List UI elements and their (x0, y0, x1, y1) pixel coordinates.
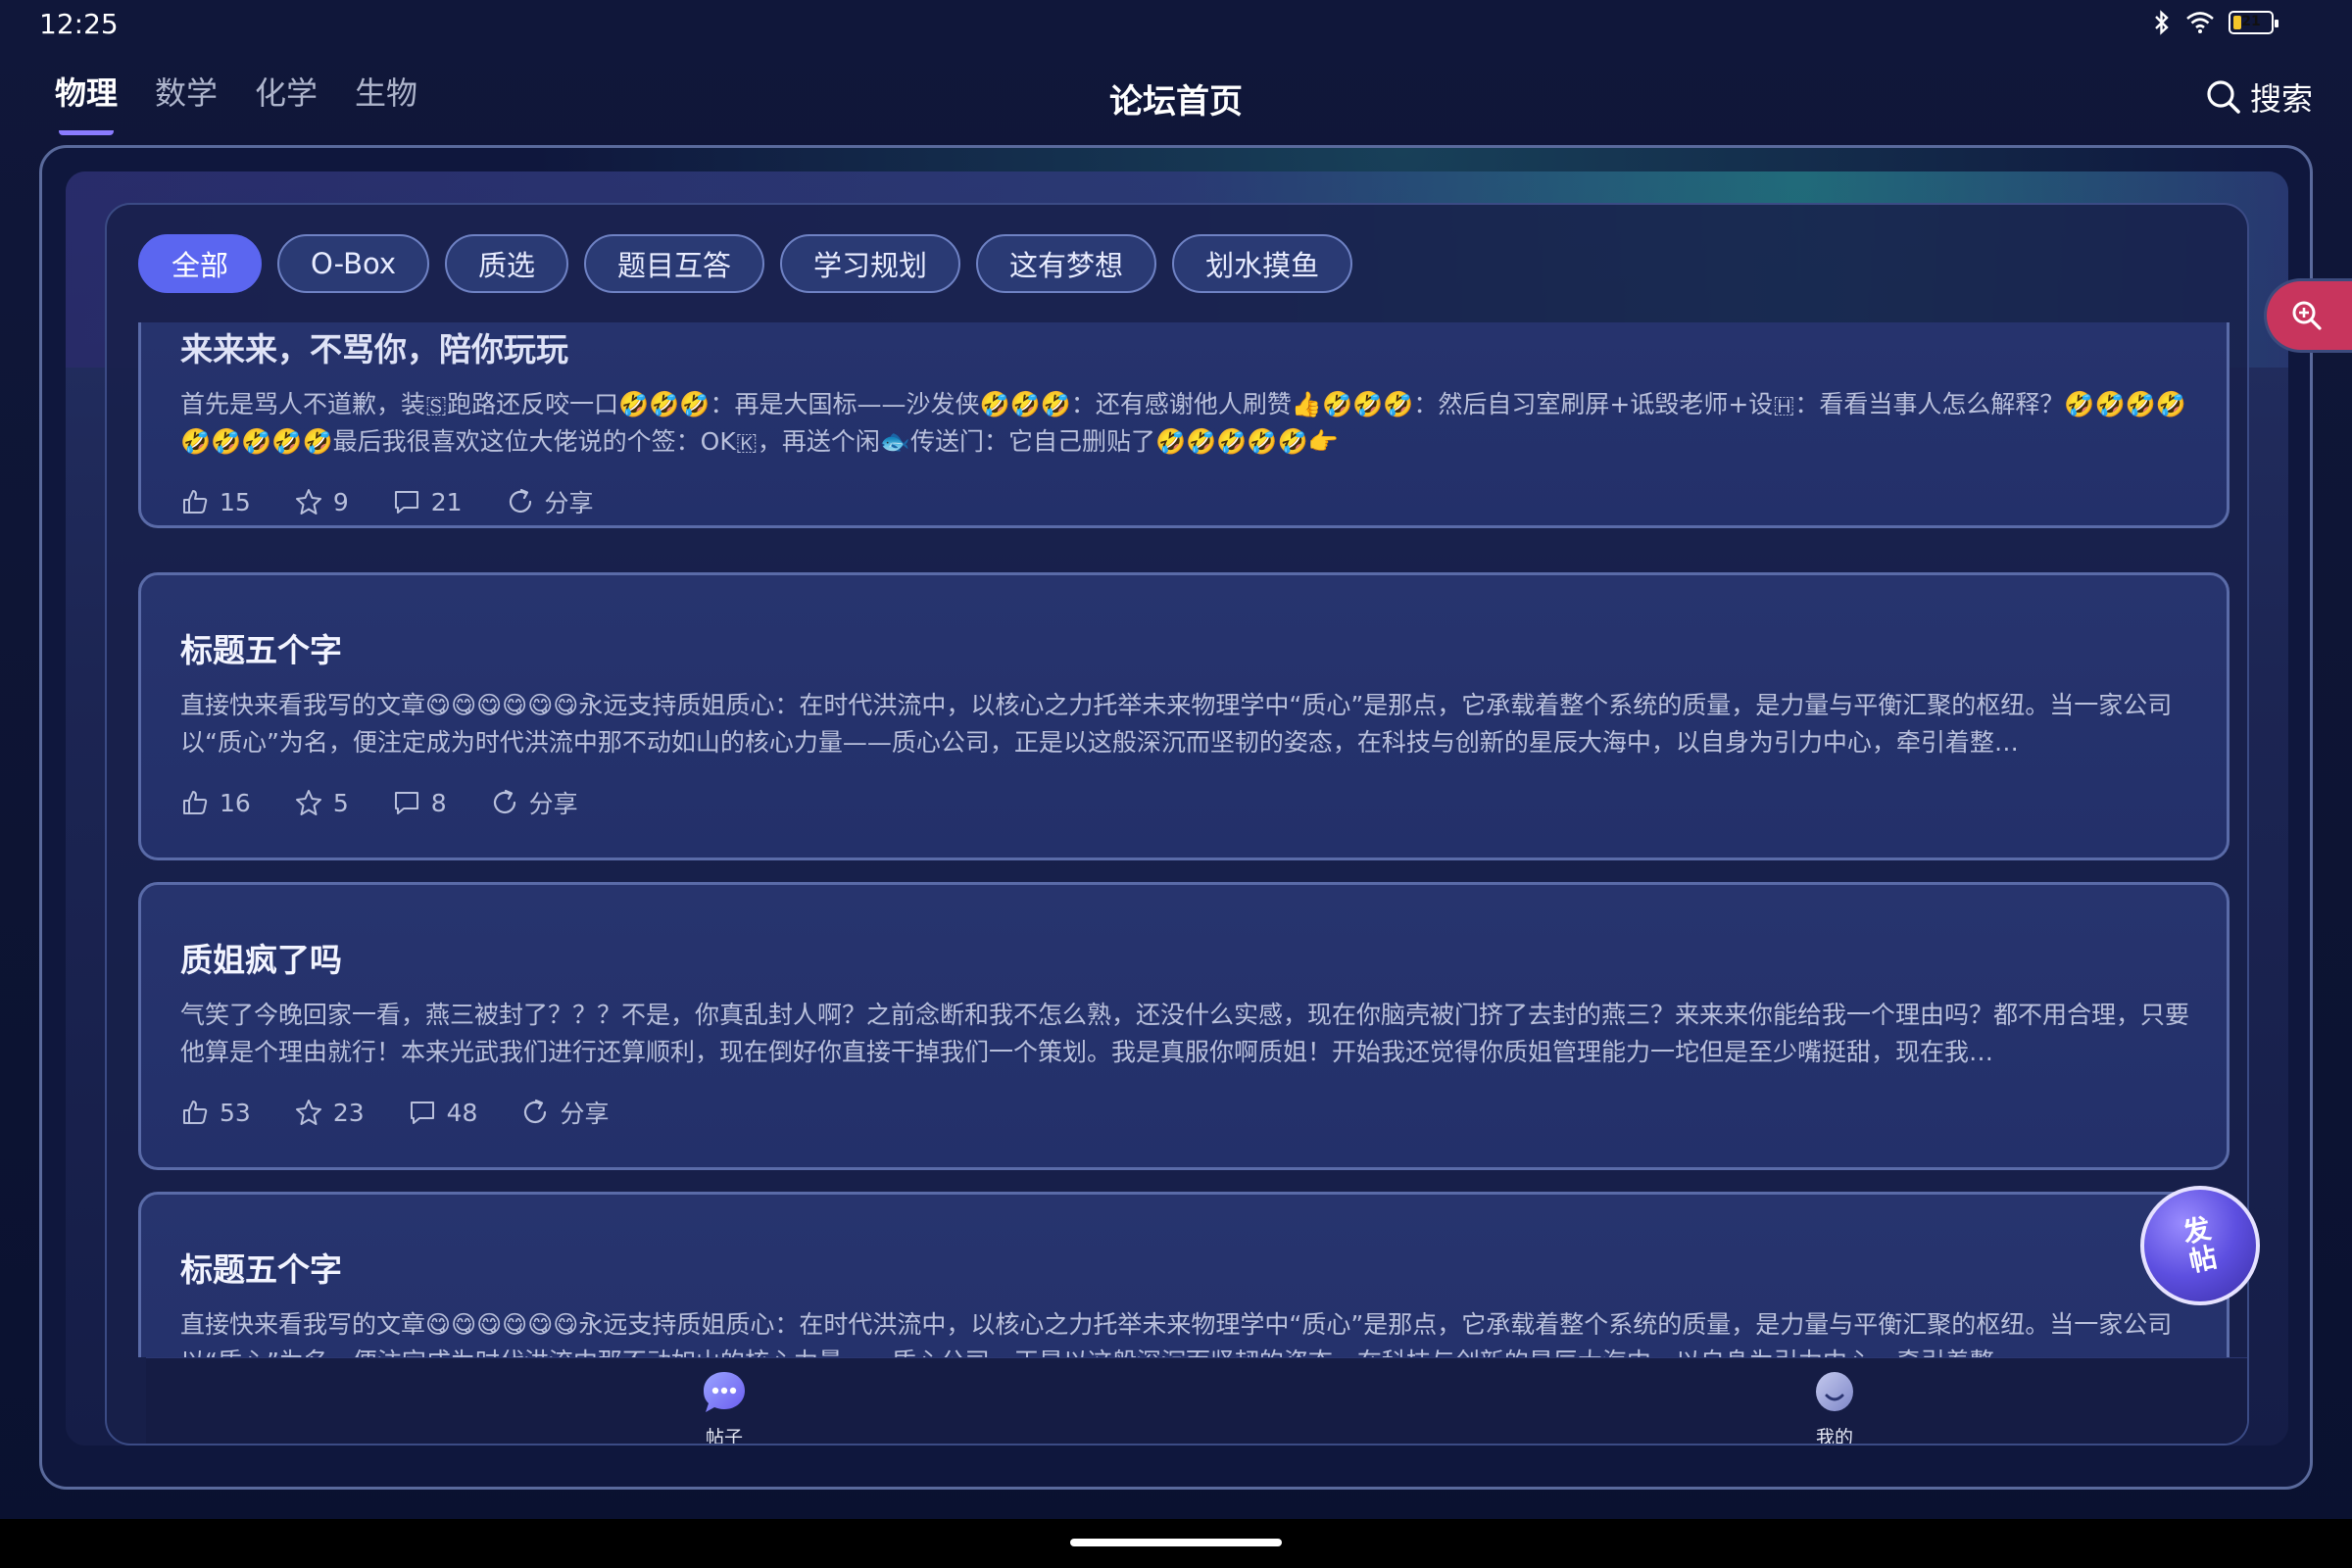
chip-off-topic[interactable]: 划水摸鱼 (1172, 234, 1353, 293)
comment-count: 8 (430, 788, 447, 817)
like-count: 15 (220, 487, 251, 516)
star-button[interactable]: 23 (294, 1098, 365, 1127)
star-button[interactable]: 5 (294, 788, 349, 817)
share-icon (493, 789, 515, 814)
wifi-icon (2186, 12, 2214, 33)
post-title: 来来来，不骂你，陪你玩玩 (180, 330, 568, 368)
post-card[interactable]: 标题五个字 直接快来看我写的文章😋😋😋😋😋😋永远支持质姐质心：在时代洪流中，以核… (138, 572, 2230, 860)
post-body: 直接快来看我写的文章😋😋😋😋😋😋永远支持质姐质心：在时代洪流中，以核心之力托举未… (180, 691, 2173, 757)
filter-chips: 全部 O-Box 质选 题目互答 学习规划 这有梦想 划水摸鱼 (138, 234, 1353, 293)
zoom-in-icon (2292, 301, 2322, 330)
new-post-button[interactable]: 发帖 (2140, 1186, 2260, 1305)
bottom-nav: 帖子 我的 (146, 1357, 2247, 1446)
like-icon (183, 490, 208, 514)
like-button[interactable]: 53 (180, 1098, 251, 1127)
like-icon (183, 1101, 208, 1124)
chat-bubble-icon (704, 1372, 745, 1412)
post-card[interactable]: 质姐疯了吗 气笑了今晚回家一看，燕三被封了？？？不是，你真乱封人啊？之前念断和我… (138, 882, 2230, 1170)
like-count: 53 (220, 1098, 251, 1127)
post-actions: 53 23 48 分享 (180, 1095, 2187, 1130)
like-icon (183, 791, 208, 814)
share-label: 分享 (560, 1100, 610, 1128)
star-icon (295, 489, 321, 514)
chip-all[interactable]: 全部 (138, 234, 263, 293)
post-title: 标题五个字 (180, 1250, 342, 1289)
nav-posts-label: 帖子 (705, 1427, 743, 1446)
main-frame: 全部 O-Box 质选 题目互答 学习规划 这有梦想 划水摸鱼 来来来，不骂你，… (39, 145, 2313, 1490)
header: 物理 数学 化学 生物 论坛首页 搜索 (0, 51, 2352, 145)
post-body: 直接快来看我写的文章😋😋😋😋😋😋永远支持质姐质心：在时代洪流中，以核心之力托举未… (180, 1310, 2173, 1357)
share-button[interactable]: 分享 (520, 1095, 609, 1130)
forum-panel: 全部 O-Box 质选 题目互答 学习规划 这有梦想 划水摸鱼 来来来，不骂你，… (105, 203, 2249, 1446)
active-tab-indicator (59, 127, 115, 135)
post-actions: 15 9 21 分享 (180, 484, 2187, 519)
comment-button[interactable]: 48 (408, 1098, 478, 1127)
battery-percent: 21 (2241, 14, 2261, 29)
share-button[interactable]: 分享 (506, 484, 594, 519)
like-button[interactable]: 15 (180, 487, 251, 516)
comment-icon (394, 792, 418, 814)
post-title: 质姐疯了吗 (180, 941, 342, 979)
home-indicator[interactable] (1070, 1539, 1282, 1546)
profile-icon (1816, 1372, 1853, 1411)
content-area: 全部 O-Box 质选 题目互答 学习规划 这有梦想 划水摸鱼 来来来，不骂你，… (66, 172, 2288, 1446)
post-feed[interactable]: 来来来，不骂你，陪你玩玩 首先是骂人不道歉，装🇸跑路还反咬一口🤣🤣🤣：再是大国标… (107, 322, 2247, 1357)
status-time: 12:25 (39, 8, 119, 40)
chip-obox[interactable]: O-Box (277, 234, 429, 293)
nav-mine[interactable]: 我的 (1810, 1368, 1859, 1446)
share-label: 分享 (528, 790, 578, 818)
chip-study-plan[interactable]: 学习规划 (780, 234, 961, 293)
search-label: 搜索 (2249, 80, 2313, 118)
like-count: 16 (220, 788, 251, 817)
post-actions: 16 5 8 分享 (180, 785, 2187, 820)
post-card[interactable]: 来来来，不骂你，陪你玩玩 首先是骂人不道歉，装🇸跑路还反咬一口🤣🤣🤣：再是大国标… (138, 322, 2230, 528)
post-title: 标题五个字 (180, 631, 342, 669)
post-body: 气笑了今晚回家一看，燕三被封了？？？不是，你真乱封人啊？之前念断和我不怎么熟，还… (180, 1001, 2190, 1066)
zoom-button[interactable] (2264, 278, 2352, 353)
chip-featured[interactable]: 质选 (445, 234, 569, 293)
star-icon (295, 790, 321, 815)
post-card[interactable]: 标题五个字 直接快来看我写的文章😋😋😋😋😋😋永远支持质姐质心：在时代洪流中，以核… (138, 1192, 2230, 1357)
star-icon (295, 1100, 321, 1125)
post-body: 首先是骂人不道歉，装🇸跑路还反咬一口🤣🤣🤣：再是大国标——沙发侠🤣🤣🤣：还有感谢… (180, 390, 2186, 456)
search-button[interactable]: 搜索 (2205, 74, 2313, 120)
nav-mine-label: 我的 (1815, 1427, 1853, 1446)
nav-posts[interactable]: 帖子 (700, 1368, 749, 1446)
new-post-label: 发帖 (2180, 1211, 2221, 1279)
star-button[interactable]: 9 (294, 487, 349, 516)
like-button[interactable]: 16 (180, 788, 251, 817)
share-button[interactable]: 分享 (490, 785, 578, 820)
share-label: 分享 (544, 489, 594, 517)
search-icon (2207, 80, 2240, 114)
star-count: 9 (332, 487, 349, 516)
comment-count: 48 (446, 1098, 478, 1127)
comment-button[interactable]: 8 (392, 788, 447, 817)
status-icons: 21 (2152, 10, 2278, 35)
share-icon (524, 1099, 547, 1124)
chip-qa[interactable]: 题目互答 (584, 234, 765, 293)
chip-dreams[interactable]: 这有梦想 (976, 234, 1157, 293)
comment-count: 21 (430, 487, 463, 516)
status-bar: 12:25 21 (0, 0, 2352, 51)
bluetooth-icon (2155, 10, 2169, 35)
page-title: 论坛首页 (1109, 82, 1243, 122)
battery-icon: 21 (2229, 11, 2278, 34)
share-icon (509, 488, 531, 514)
star-count: 23 (332, 1098, 365, 1127)
comment-icon (410, 1102, 434, 1124)
system-nav-bar (0, 1519, 2352, 1568)
comment-icon (394, 491, 418, 514)
star-count: 5 (332, 788, 349, 817)
comment-button[interactable]: 21 (392, 487, 463, 516)
